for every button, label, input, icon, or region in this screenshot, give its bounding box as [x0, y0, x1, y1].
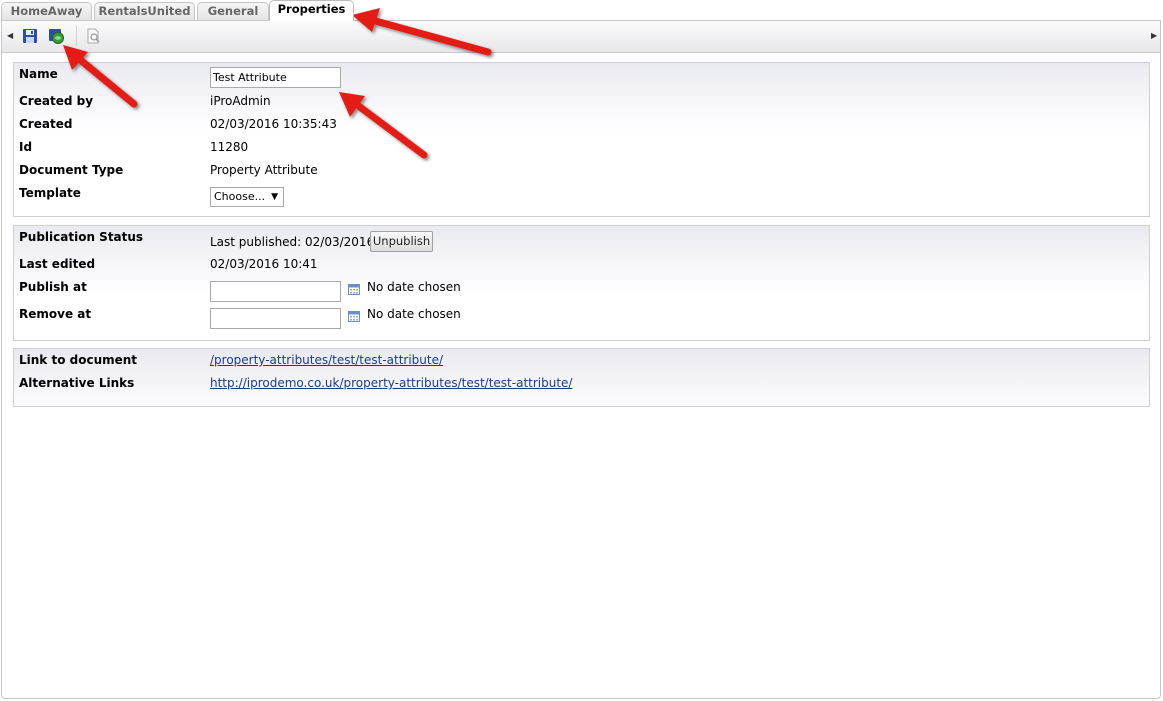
tab-general[interactable]: General [197, 2, 269, 20]
id-value: 11280 [210, 140, 249, 154]
remove-at-status: No date chosen [367, 307, 461, 321]
preview-icon[interactable] [85, 28, 101, 44]
last-edited-value: 02/03/2016 10:41 [210, 257, 318, 271]
created-by-value: iProAdmin [210, 94, 271, 108]
publication-panel: Publication Status Last published: 02/03… [13, 225, 1150, 341]
created-label: Created [19, 117, 73, 131]
last-edited-label: Last edited [19, 257, 96, 271]
save-publish-icon[interactable] [48, 28, 64, 44]
name-field[interactable] [210, 67, 341, 88]
tab-properties[interactable]: Properties [269, 0, 354, 21]
tab-homeaway[interactable]: HomeAway [1, 2, 92, 20]
toolbar: ◀ ▶ [2, 21, 1160, 53]
alternative-link[interactable]: http://iprodemo.co.uk/property-attribute… [210, 376, 572, 390]
scroll-right-icon[interactable]: ▶ [1151, 31, 1157, 40]
publish-at-label: Publish at [19, 280, 87, 294]
document-type-label: Document Type [19, 163, 124, 177]
alternative-links-label: Alternative Links [19, 376, 135, 390]
id-label: Id [19, 140, 33, 154]
publish-at-field[interactable] [210, 281, 341, 302]
publication-status-label: Publication Status [19, 230, 144, 244]
calendar-icon[interactable] [348, 284, 360, 295]
content-frame: ◀ ▶ Name Created by iProAdmin Created 02… [1, 20, 1161, 699]
tab-bar: HomeAway RentalsUnited General Propertie… [0, 0, 1163, 21]
document-type-value: Property Attribute [210, 163, 318, 177]
created-value: 02/03/2016 10:35:43 [210, 117, 337, 131]
link-to-document-label: Link to document [19, 353, 138, 367]
toolbar-separator [76, 26, 77, 46]
name-label: Name [19, 67, 58, 81]
template-select[interactable]: Choose... ▼ [210, 187, 284, 207]
publish-at-status: No date chosen [367, 280, 461, 294]
template-label: Template [19, 186, 81, 200]
links-panel: Link to document /property-attributes/te… [13, 348, 1150, 407]
calendar-icon[interactable] [348, 311, 360, 322]
chevron-down-icon: ▼ [271, 192, 278, 202]
scroll-left-icon[interactable]: ◀ [7, 31, 13, 40]
link-to-document[interactable]: /property-attributes/test/test-attribute… [210, 353, 443, 367]
tab-rentalsunited[interactable]: RentalsUnited [94, 2, 195, 20]
remove-at-field[interactable] [210, 308, 341, 329]
publication-status-value: Last published: 02/03/2016 [210, 235, 375, 249]
unpublish-button[interactable]: Unpublish [370, 231, 433, 252]
properties-panel: Name Created by iProAdmin Created 02/03/… [13, 62, 1150, 217]
created-by-label: Created by [19, 94, 94, 108]
template-select-value: Choose... [214, 190, 266, 203]
remove-at-label: Remove at [19, 307, 92, 321]
save-icon[interactable] [22, 28, 38, 44]
